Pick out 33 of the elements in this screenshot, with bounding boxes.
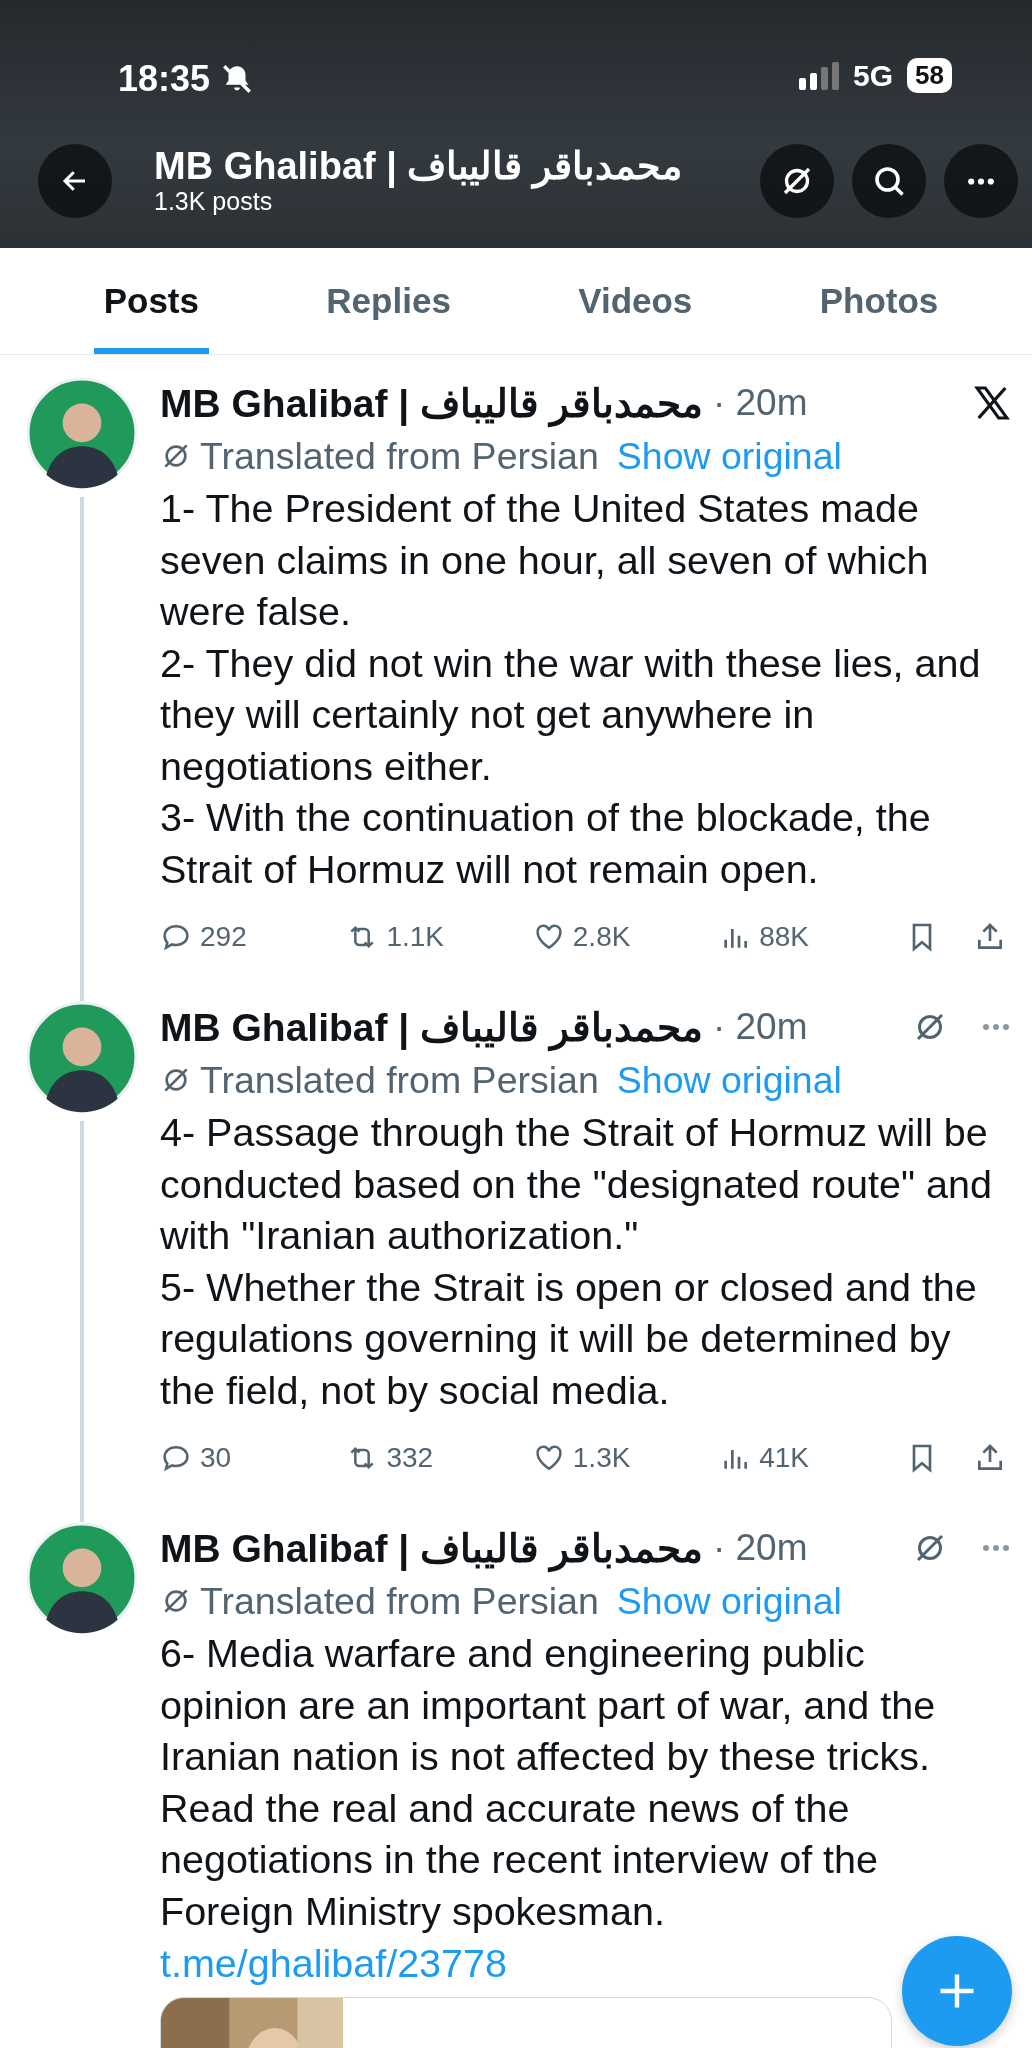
translation-note: Translated from Persian [200,1058,599,1102]
reply-count[interactable]: 30 [160,1442,310,1474]
signal-icon [799,61,840,90]
reply-count[interactable]: 292 [160,921,310,953]
like-count[interactable]: 2.8K [532,921,683,953]
translation-note: Translated from Persian [200,1579,599,1623]
profile-tab[interactable]: Photos [809,248,949,354]
more-icon[interactable] [980,1022,1012,1032]
author-name[interactable]: MB Ghalibaf | محمدباقر قالیباف [160,1525,703,1571]
repost-count[interactable]: 332 [346,1442,497,1474]
post-text: 6- Media warfare and engineering public opinion are an important part of war, and the Iranian nation is not affected by these tricks. Read the real and accurate news of the negotiations in the recent interview of the Foreign Ministry spokesman. [160,1630,937,1935]
posts-count: 1.3K posts [154,186,274,216]
author-name[interactable]: MB Ghalibaf | محمدباقر قالیباف [160,1004,703,1050]
post-text: 4- Passage through the Strait of Hormuz will be conducted based on the "designated route" and with "Iranian authorization." 5- Whether the Strait is open or closed and the regulations governing it will be determined by the field, not by social media. [160,1109,993,1414]
view-count[interactable]: 41K [719,1442,870,1474]
author-name[interactable]: MB Ghalibaf | محمدباقر قالیباف [160,380,703,426]
profile-tab[interactable]: Posts [93,248,209,354]
profile-tab[interactable]: Replies [316,248,461,354]
network-label: 5G [853,58,894,93]
battery-indicator: 58 [907,58,952,93]
profile-tab[interactable]: Videos [568,248,703,354]
view-count[interactable]: 88K [719,921,870,953]
post-time: · 20m [712,1527,808,1569]
status-time: 18:35 [118,58,211,100]
post-time: · 20m [712,382,808,424]
like-count[interactable]: 1.3K [532,1442,683,1474]
repost-count[interactable]: 1.1K [346,921,497,953]
translation-note: Translated from Persian [200,434,599,478]
post-text: 1- The President of the United States made seven claims in one hour, all seven of which were false. 2- They did not win the war with these lies, and they will certainly not get anywhere in negotiations either. 3- With the continuation of the blockade, the Strait of Hormuz will not remain open. [160,485,982,893]
compose-button[interactable] [902,1936,1012,2046]
post-time: · 20m [712,1006,808,1048]
more-icon [967,177,995,185]
more-icon[interactable] [980,1543,1012,1553]
